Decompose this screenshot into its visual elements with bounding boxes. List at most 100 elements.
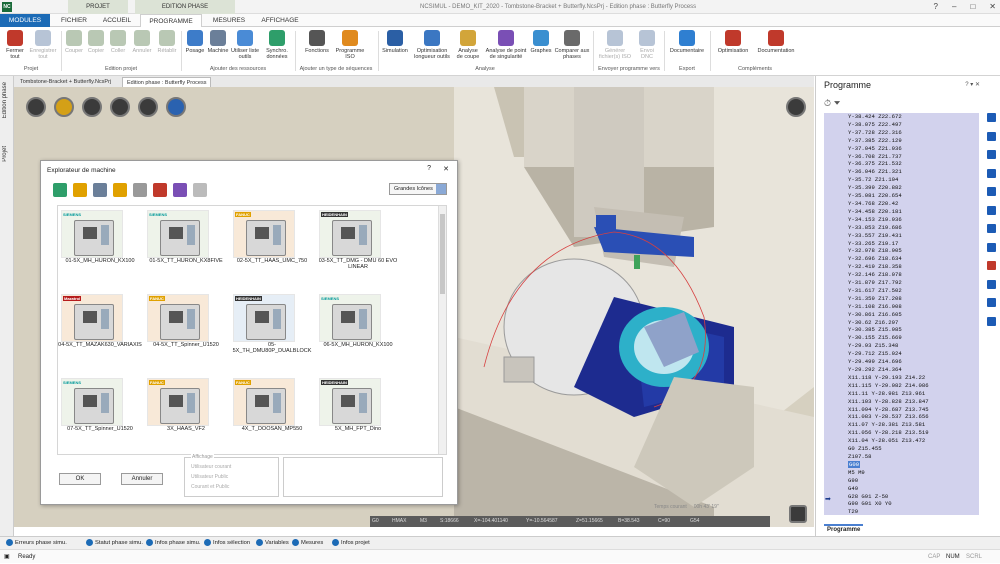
import-icon[interactable] [113,183,127,197]
program-line[interactable]: Y-32.419 Z18.358 [824,263,979,271]
programme-iso-button[interactable]: Programme ISO [334,30,366,60]
save-icon[interactable] [986,316,996,326]
ruler-icon[interactable] [986,298,996,307]
cancel-button[interactable]: Annuler [121,473,163,485]
machine-card[interactable]: FANUC 4X_T_DOOSAN_MP550 [230,376,312,434]
properties-icon[interactable] [93,183,107,197]
play-icon[interactable] [986,168,996,178]
program-line[interactable]: Y-31.879 Z17.792 [824,279,979,287]
step-forward-icon[interactable] [986,187,996,196]
program-line[interactable]: G0 Z15.455 [824,445,979,453]
doc-tab-project[interactable]: Tombstone-Bracket + Butterfly.NcsPrj [16,77,115,87]
program-line[interactable]: Y-33.265 Z19.17 [824,240,979,248]
program-line[interactable]: Y-36.375 Z21.532 [824,160,979,168]
cube-view-button[interactable] [54,97,74,117]
program-line[interactable]: Y-35.72 Z21.104 [824,176,979,184]
program-line[interactable]: Y-30.62 Z16.297 [824,319,979,327]
copy-machine-icon[interactable] [133,183,147,197]
zoom-button[interactable] [110,97,130,117]
program-line[interactable]: X11.056 Y-28.218 Z13.519 [824,429,979,437]
program-line[interactable]: X11.115 Y-29.082 Z14.086 [824,382,979,390]
timer-icon[interactable]: ⏱ [824,98,831,108]
tab-accueil[interactable]: ACCUEIL [97,14,137,27]
tab-mesures[interactable]: Mesures [292,539,323,546]
comparer-aux-phases-button[interactable]: Comparer aux phases [554,30,590,60]
grid-scrollbar[interactable] [438,206,446,454]
program-line[interactable]: Y-38.075 Z22.497 [824,121,979,129]
machine-card[interactable]: FANUC 04-5X_TT_Spinner_U1520 [144,292,226,350]
options-button[interactable] [138,97,158,117]
optimisation-longueur-outils-button[interactable]: Optimisation longueur outils [411,30,453,60]
dialog-close-icon[interactable]: ✕ [443,165,449,173]
option-current-user[interactable]: Utilisateur courant [191,464,231,470]
program-line[interactable]: Y-37.045 Z21.936 [824,145,979,153]
machine-card[interactable]: FANUC 02-5X_TT_HAAS_UMC_750 [230,208,312,266]
program-line[interactable]: G90 G91 X0 Y0 [824,500,979,508]
program-line[interactable]: Y-33.853 Z19.686 [824,224,979,232]
program-line[interactable]: Y-35.399 Z20.882 [824,184,979,192]
left-tab-projet[interactable]: Projet [2,146,8,162]
program-tab[interactable]: Programme [824,524,864,534]
utiliser-liste-outils-button[interactable]: Utiliser liste outils [230,30,260,60]
tab-erreurs[interactable]: Erreurs phase simu. [6,539,67,546]
program-line[interactable]: Y-31.108 Z16.908 [824,303,979,311]
program-code[interactable]: Y-38.424 Z22.672 Y-38.075 Z22.497 Y-37.728… [824,113,979,515]
program-line[interactable]: Y-31.617 Z17.502 [824,287,979,295]
generer-fichiers-iso-button[interactable]: Générer fichier(s) ISO [598,30,632,60]
help-icon[interactable]: ? [934,0,938,14]
program-line[interactable]: Y-29.499 Z14.696 [824,358,979,366]
stop-icon[interactable] [986,261,996,270]
program-line[interactable]: X11.083 Y-28.537 Z13.656 [824,413,979,421]
breakpoint-icon[interactable] [986,242,996,252]
camera-settings-button[interactable] [786,97,806,117]
documentation-button[interactable]: Documentation [755,30,797,54]
program-line[interactable]: X11.04 Y-28.051 Z13.472 [824,437,979,445]
wizard-icon[interactable] [173,183,187,197]
tab-statut[interactable]: Statut phase simu. [86,539,143,546]
program-line[interactable]: Y-30.861 Z16.605 [824,311,979,319]
program-line[interactable]: Y-36.046 Z21.321 [824,168,979,176]
program-line[interactable]: Y-38.424 Z22.672 [824,113,979,121]
program-line[interactable]: X11.094 Y-28.687 Z13.745 [824,406,979,414]
optimisation-button[interactable]: Optimisation [713,30,753,54]
program-line[interactable]: Y-35.081 Z20.654 [824,192,979,200]
current-program-line[interactable]: G00 [824,460,979,469]
machine-card[interactable]: SIEMENS 01-5X_MH_HURON_KX100 [58,208,140,266]
tab-infos-phase[interactable]: Infos phase simu. [146,539,200,546]
program-line[interactable]: Y-34.768 Z20.42 [824,200,979,208]
machine-card[interactable]: FANUC 3X_HAAS_VF2 [144,376,226,434]
machine-view-button[interactable] [82,97,102,117]
retablir-button[interactable]: Rétablir [156,30,178,54]
posage-button[interactable]: Posage [184,30,206,54]
program-line[interactable]: Y-31.359 Z17.208 [824,295,979,303]
fermer-tout-button[interactable]: Fermer tout [4,30,26,60]
program-line[interactable]: Y-34.458 Z20.181 [824,208,979,216]
option-current-and-public[interactable]: Courant et Public [191,484,229,490]
open-folder-icon[interactable] [73,183,87,197]
tab-modules[interactable]: MODULES [0,14,50,27]
analyse-point-singularite-button[interactable]: Analyse de point de singularité [483,30,529,60]
program-line[interactable]: Y-30.155 Z15.669 [824,334,979,342]
step-back-icon[interactable] [986,131,996,141]
program-line[interactable]: G28 G91 Z-50 [824,493,979,501]
go-start-icon[interactable] [986,113,996,122]
new-machine-icon[interactable] [53,183,67,197]
panel-controls[interactable]: ? ▾ ✕ [965,81,980,88]
couper-button[interactable]: Couper [64,30,84,54]
program-line[interactable]: G90 [824,477,979,485]
machine-state-button[interactable] [789,505,807,523]
analyse-de-coupe-button[interactable]: Analyse de coupe [455,30,481,60]
fonctions-button[interactable]: Fonctions [300,30,334,54]
edit-icon[interactable] [986,279,996,289]
tab-variables[interactable]: Variables [256,539,289,546]
program-line[interactable]: Y-32.696 Z18.634 [824,255,979,263]
copier-button[interactable]: Copier [86,30,106,54]
program-line[interactable]: X11.11 Y-28.981 Z13.961 [824,390,979,398]
program-line[interactable]: G49 [824,485,979,493]
view-mode-select[interactable]: Grandes Icônes [389,183,447,195]
doc-tab-edition-phase[interactable]: Edition phase : Butterfly Process [122,77,212,87]
program-line[interactable]: X11.103 Y-28.828 Z13.847 [824,398,979,406]
settings-icon[interactable] [193,183,207,197]
program-line[interactable]: Y-29.292 Z14.364 [824,366,979,374]
program-line[interactable]: Y-37.728 Z22.316 [824,129,979,137]
